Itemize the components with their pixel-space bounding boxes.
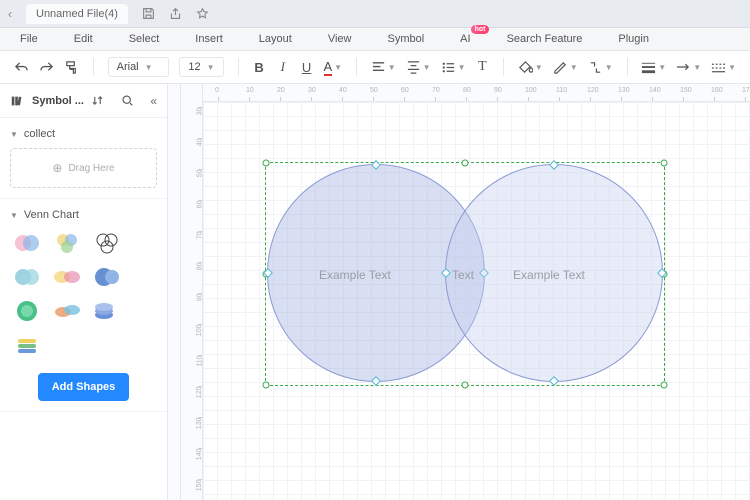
back-button[interactable]: ‹ xyxy=(8,7,26,21)
undo-button[interactable] xyxy=(14,56,29,78)
line-style-button[interactable]: ▼ xyxy=(641,61,666,74)
bullets-button[interactable]: ▼ xyxy=(441,60,466,75)
file-tab[interactable]: Unnamed File(4) xyxy=(26,4,128,24)
share-icon[interactable] xyxy=(169,7,182,20)
venn-label-center[interactable]: Text xyxy=(452,268,474,282)
format-painter-button[interactable] xyxy=(64,56,79,78)
redo-button[interactable] xyxy=(39,56,54,78)
font-color-button[interactable]: A▼ xyxy=(324,59,343,76)
add-shapes-button[interactable]: Add Shapes xyxy=(38,373,130,401)
line-dash-button[interactable]: ▼ xyxy=(711,61,736,74)
venn-thumb-5[interactable] xyxy=(50,263,84,291)
menu-layout[interactable]: Layout xyxy=(259,33,292,45)
menu-plugin[interactable]: Plugin xyxy=(618,33,649,45)
venn-thumb-10[interactable] xyxy=(10,331,44,359)
venn-thumb-7[interactable] xyxy=(10,297,44,325)
tab-filename: Unnamed File(4) xyxy=(36,8,118,20)
line-color-button[interactable]: ▼ xyxy=(553,60,578,75)
save-icon[interactable] xyxy=(142,7,155,20)
hot-badge: hot xyxy=(471,25,490,34)
star-icon[interactable] xyxy=(196,7,209,20)
vertical-ruler: 30405060708090100110120130140150 xyxy=(181,84,203,500)
horizontal-ruler: 0102030405060708090100110120130140150160… xyxy=(203,84,750,102)
venn-thumb-4[interactable] xyxy=(10,263,44,291)
venn-thumb-8[interactable] xyxy=(50,297,84,325)
venn-thumb-9[interactable] xyxy=(90,297,124,325)
side-collapse-strip[interactable] xyxy=(168,84,181,500)
venn-thumb-2[interactable] xyxy=(50,229,84,257)
italic-button[interactable]: I xyxy=(276,56,290,78)
venn-thumb-6[interactable] xyxy=(90,263,124,291)
section-venn[interactable]: ▼Venn Chart xyxy=(10,209,157,221)
align-button[interactable]: ▼ xyxy=(371,60,396,75)
menu-file[interactable]: File xyxy=(20,33,38,45)
menu-select[interactable]: Select xyxy=(129,33,160,45)
venn-label-left[interactable]: Example Text xyxy=(319,268,391,282)
menu-edit[interactable]: Edit xyxy=(74,33,93,45)
menu-view[interactable]: View xyxy=(328,33,352,45)
menu-symbol[interactable]: Symbol xyxy=(387,33,424,45)
connector-button[interactable]: ▼ xyxy=(588,60,613,75)
underline-button[interactable]: U xyxy=(300,56,314,78)
arrow-style-button[interactable]: ▼ xyxy=(676,61,701,74)
menu-search[interactable]: Search Feature xyxy=(507,33,583,45)
sidebar-search-icon[interactable] xyxy=(121,94,134,107)
venn-thumb-3[interactable] xyxy=(90,229,124,257)
font-select[interactable]: Arial▼ xyxy=(108,57,170,77)
bold-button[interactable]: B xyxy=(252,56,266,78)
venn-thumb-1[interactable] xyxy=(10,229,44,257)
valign-button[interactable]: ▼ xyxy=(406,60,431,75)
sidebar-title: Symbol ... xyxy=(32,95,84,107)
sidebar-sort-icon[interactable] xyxy=(92,95,103,106)
fill-color-button[interactable]: ▼ xyxy=(518,60,543,75)
canvas-grid[interactable]: Example Text Text Example Text xyxy=(203,102,750,500)
drag-here-box[interactable]: ⊕Drag Here xyxy=(10,148,157,188)
venn-label-right[interactable]: Example Text xyxy=(513,268,585,282)
library-icon[interactable] xyxy=(10,94,24,108)
section-collect[interactable]: ▼collect xyxy=(10,128,157,140)
sidebar-collapse-icon[interactable]: « xyxy=(150,94,157,108)
menu-insert[interactable]: Insert xyxy=(195,33,223,45)
size-select[interactable]: 12▼ xyxy=(179,57,223,77)
text-tool-button[interactable]: T xyxy=(475,56,489,78)
menu-ai[interactable]: AIhot xyxy=(460,33,470,45)
